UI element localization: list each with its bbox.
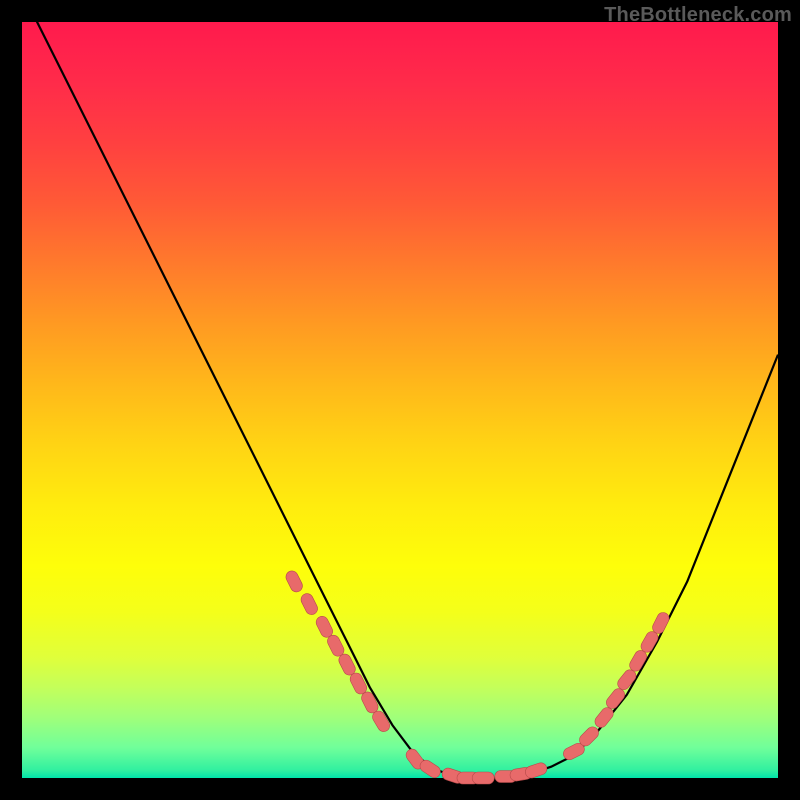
data-marker xyxy=(472,772,494,784)
data-marker xyxy=(524,761,549,779)
bottleneck-curve xyxy=(22,0,778,778)
data-marker xyxy=(593,705,616,730)
marker-group xyxy=(284,569,671,785)
plot-area xyxy=(22,22,778,778)
data-marker xyxy=(284,569,305,594)
data-marker xyxy=(299,592,320,617)
chart-frame: TheBottleneck.com xyxy=(0,0,800,800)
watermark-text: TheBottleneck.com xyxy=(604,4,792,27)
chart-svg xyxy=(22,22,778,778)
